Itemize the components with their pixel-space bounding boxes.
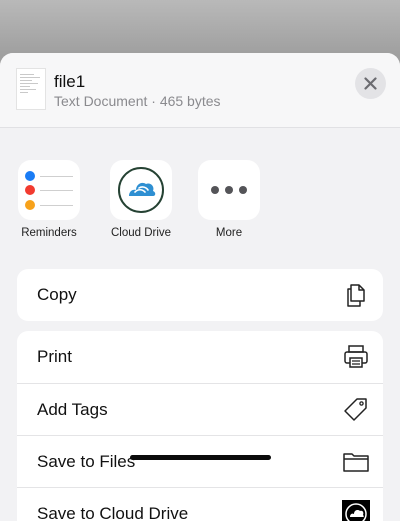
app-cloud-drive[interactable]: Cloud Drive xyxy=(101,160,181,239)
action-label: Copy xyxy=(37,285,77,304)
app-row: Reminders Cloud Drive More xyxy=(0,160,400,255)
share-sheet: file1 Text Document · 465 bytes Reminder… xyxy=(0,53,400,521)
action-group-main: Print Add Tags Save to Files Save to Clo… xyxy=(17,331,383,521)
copy-icon xyxy=(347,284,365,307)
action-print[interactable]: Print xyxy=(17,331,383,383)
action-save-to-files[interactable]: Save to Files xyxy=(17,435,383,487)
app-reminders[interactable]: Reminders xyxy=(9,160,89,239)
app-more[interactable]: More xyxy=(189,160,269,239)
folder-icon xyxy=(343,453,369,472)
more-icon xyxy=(198,160,260,220)
app-label: More xyxy=(215,227,243,239)
cloud-drive-icon xyxy=(110,160,172,220)
reminders-icon xyxy=(18,160,80,220)
cloud-drive-icon xyxy=(342,500,370,521)
file-name: file1 xyxy=(54,72,86,91)
app-label: Reminders xyxy=(21,227,77,239)
action-label: Add Tags xyxy=(37,399,108,419)
action-label: Print xyxy=(37,347,72,366)
share-sheet-header: file1 Text Document · 465 bytes xyxy=(0,53,400,128)
tag-icon xyxy=(344,398,367,421)
file-metadata: Text Document · 465 bytes xyxy=(54,93,221,109)
app-label: Cloud Drive xyxy=(110,227,172,239)
action-group-copy: Copy xyxy=(17,269,383,321)
action-add-tags[interactable]: Add Tags xyxy=(17,383,383,435)
printer-icon xyxy=(344,345,368,368)
action-label: Save to Cloud Drive xyxy=(37,503,189,521)
action-copy[interactable]: Copy xyxy=(17,269,383,321)
close-icon xyxy=(364,77,377,90)
action-save-to-cloud-drive[interactable]: Save to Cloud Drive xyxy=(17,487,383,521)
close-button[interactable] xyxy=(355,68,386,99)
action-label: Save to Files xyxy=(37,451,136,471)
document-thumbnail xyxy=(16,68,46,110)
home-indicator[interactable] xyxy=(130,455,271,460)
